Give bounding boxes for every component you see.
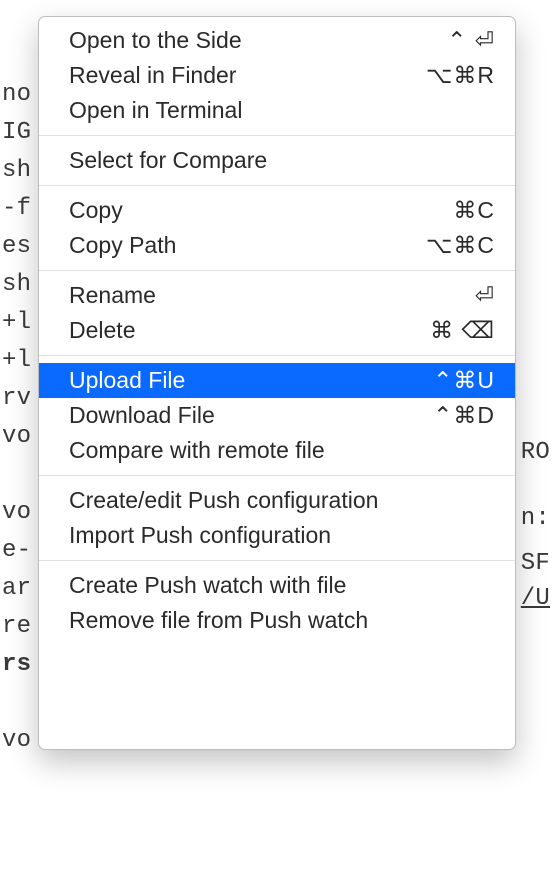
menu-item-shortcut: ⌥⌘C xyxy=(426,232,495,259)
menu-item-create-edit-push-config[interactable]: Create/edit Push configuration xyxy=(39,483,515,518)
context-menu: Open to the Side⌃ ⏎Reveal in Finder⌥⌘ROp… xyxy=(38,16,516,750)
menu-item-label: Reveal in Finder xyxy=(69,62,426,89)
editor-text-fragment: n: xyxy=(521,500,550,538)
menu-item-label: Open in Terminal xyxy=(69,97,495,124)
menu-item-import-push-config[interactable]: Import Push configuration xyxy=(39,518,515,553)
menu-item-label: Import Push configuration xyxy=(69,522,495,549)
menu-item-remove-push-watch[interactable]: Remove file from Push watch xyxy=(39,603,515,638)
menu-item-label: Select for Compare xyxy=(69,147,495,174)
menu-item-label: Compare with remote file xyxy=(69,437,495,464)
menu-item-label: Upload File xyxy=(69,367,433,394)
menu-item-download-file[interactable]: Download File⌃⌘D xyxy=(39,398,515,433)
editor-text-fragment: SF xyxy=(521,545,550,583)
menu-item-reveal-in-finder[interactable]: Reveal in Finder⌥⌘R xyxy=(39,58,515,93)
menu-separator xyxy=(39,135,515,136)
menu-item-shortcut: ⌘C xyxy=(453,197,495,224)
menu-separator xyxy=(39,475,515,476)
editor-text-fragment: /U xyxy=(521,580,550,618)
menu-item-shortcut: ⌃⌘D xyxy=(433,402,495,429)
menu-item-shortcut: ⌥⌘R xyxy=(426,62,495,89)
menu-item-label: Rename xyxy=(69,282,475,309)
menu-item-label: Copy xyxy=(69,197,453,224)
menu-item-label: Create/edit Push configuration xyxy=(69,487,495,514)
menu-item-label: Remove file from Push watch xyxy=(69,607,495,634)
menu-item-copy[interactable]: Copy⌘C xyxy=(39,193,515,228)
menu-item-open-to-side[interactable]: Open to the Side⌃ ⏎ xyxy=(39,23,515,58)
menu-item-shortcut: ⌃⌘U xyxy=(433,367,495,394)
menu-item-delete[interactable]: Delete⌘ ⌫ xyxy=(39,313,515,348)
menu-item-copy-path[interactable]: Copy Path⌥⌘C xyxy=(39,228,515,263)
menu-item-compare-remote[interactable]: Compare with remote file xyxy=(39,433,515,468)
menu-item-select-for-compare[interactable]: Select for Compare xyxy=(39,143,515,178)
menu-separator xyxy=(39,560,515,561)
menu-item-create-push-watch[interactable]: Create Push watch with file xyxy=(39,568,515,603)
menu-item-rename[interactable]: Rename⏎ xyxy=(39,278,515,313)
editor-text-fragment: RO xyxy=(521,434,550,472)
menu-separator xyxy=(39,270,515,271)
menu-item-shortcut: ⌘ ⌫ xyxy=(430,317,495,344)
menu-item-label: Copy Path xyxy=(69,232,426,259)
menu-item-label: Download File xyxy=(69,402,433,429)
menu-item-label: Delete xyxy=(69,317,430,344)
menu-item-upload-file[interactable]: Upload File⌃⌘U xyxy=(39,363,515,398)
menu-separator xyxy=(39,185,515,186)
menu-item-shortcut: ⏎ xyxy=(475,282,495,309)
menu-item-shortcut: ⌃ ⏎ xyxy=(447,27,495,54)
menu-item-label: Open to the Side xyxy=(69,27,447,54)
menu-item-label: Create Push watch with file xyxy=(69,572,495,599)
menu-separator xyxy=(39,355,515,356)
menu-item-open-in-terminal[interactable]: Open in Terminal xyxy=(39,93,515,128)
